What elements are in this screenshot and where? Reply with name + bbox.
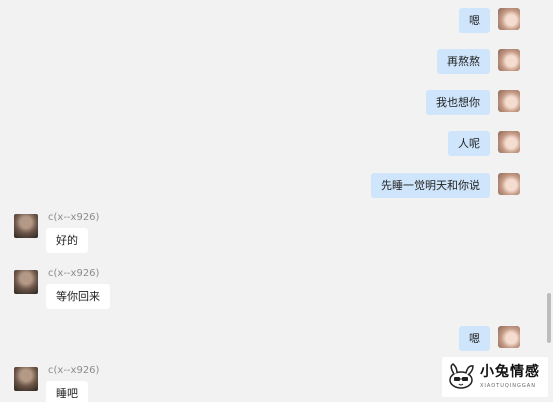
sender-name: c(x--x926) [48,212,100,223]
outgoing-message: 先睡一觉明天和你说 [371,173,520,198]
contact-avatar[interactable] [14,214,38,238]
outgoing-message: 人呢 [448,131,520,156]
contact-avatar[interactable] [14,367,38,391]
sender-name: c(x--x926) [48,365,100,376]
message-bubble[interactable]: 睡吧 [46,381,88,402]
outgoing-message: 我也想你 [426,90,520,115]
outgoing-message: 嗯 [459,8,520,33]
my-avatar[interactable] [498,131,520,153]
my-avatar[interactable] [498,8,520,30]
watermark-title: 小兔情感 [480,364,540,380]
scrollbar-thumb[interactable] [547,293,551,343]
vertical-scrollbar[interactable] [546,0,553,402]
message-bubble[interactable]: 嗯 [459,326,490,351]
message-bubble[interactable]: 先睡一觉明天和你说 [371,173,490,198]
chat-message-list: 嗯 再熬熬 我也想你 人呢 先睡一觉明天和你说 c(x--x926) 好的 c(… [0,0,546,402]
message-bubble[interactable]: 嗯 [459,8,490,33]
my-avatar[interactable] [498,173,520,195]
message-bubble[interactable]: 好的 [46,228,88,253]
contact-avatar[interactable] [14,270,38,294]
watermark-subtitle: XIAOTUQINGGAN [480,383,536,389]
rabbit-logo-icon [449,363,474,389]
outgoing-message: 再熬熬 [437,49,520,74]
outgoing-message: 嗯 [459,326,520,351]
message-bubble[interactable]: 人呢 [448,131,490,156]
sender-name: c(x--x926) [48,268,100,279]
message-bubble[interactable]: 再熬熬 [437,49,490,74]
message-bubble[interactable]: 我也想你 [426,90,490,115]
my-avatar[interactable] [498,326,520,348]
message-bubble[interactable]: 等你回来 [46,284,110,309]
site-watermark: 小兔情感 XIAOTUQINGGAN [442,357,548,397]
my-avatar[interactable] [498,90,520,112]
my-avatar[interactable] [498,49,520,71]
